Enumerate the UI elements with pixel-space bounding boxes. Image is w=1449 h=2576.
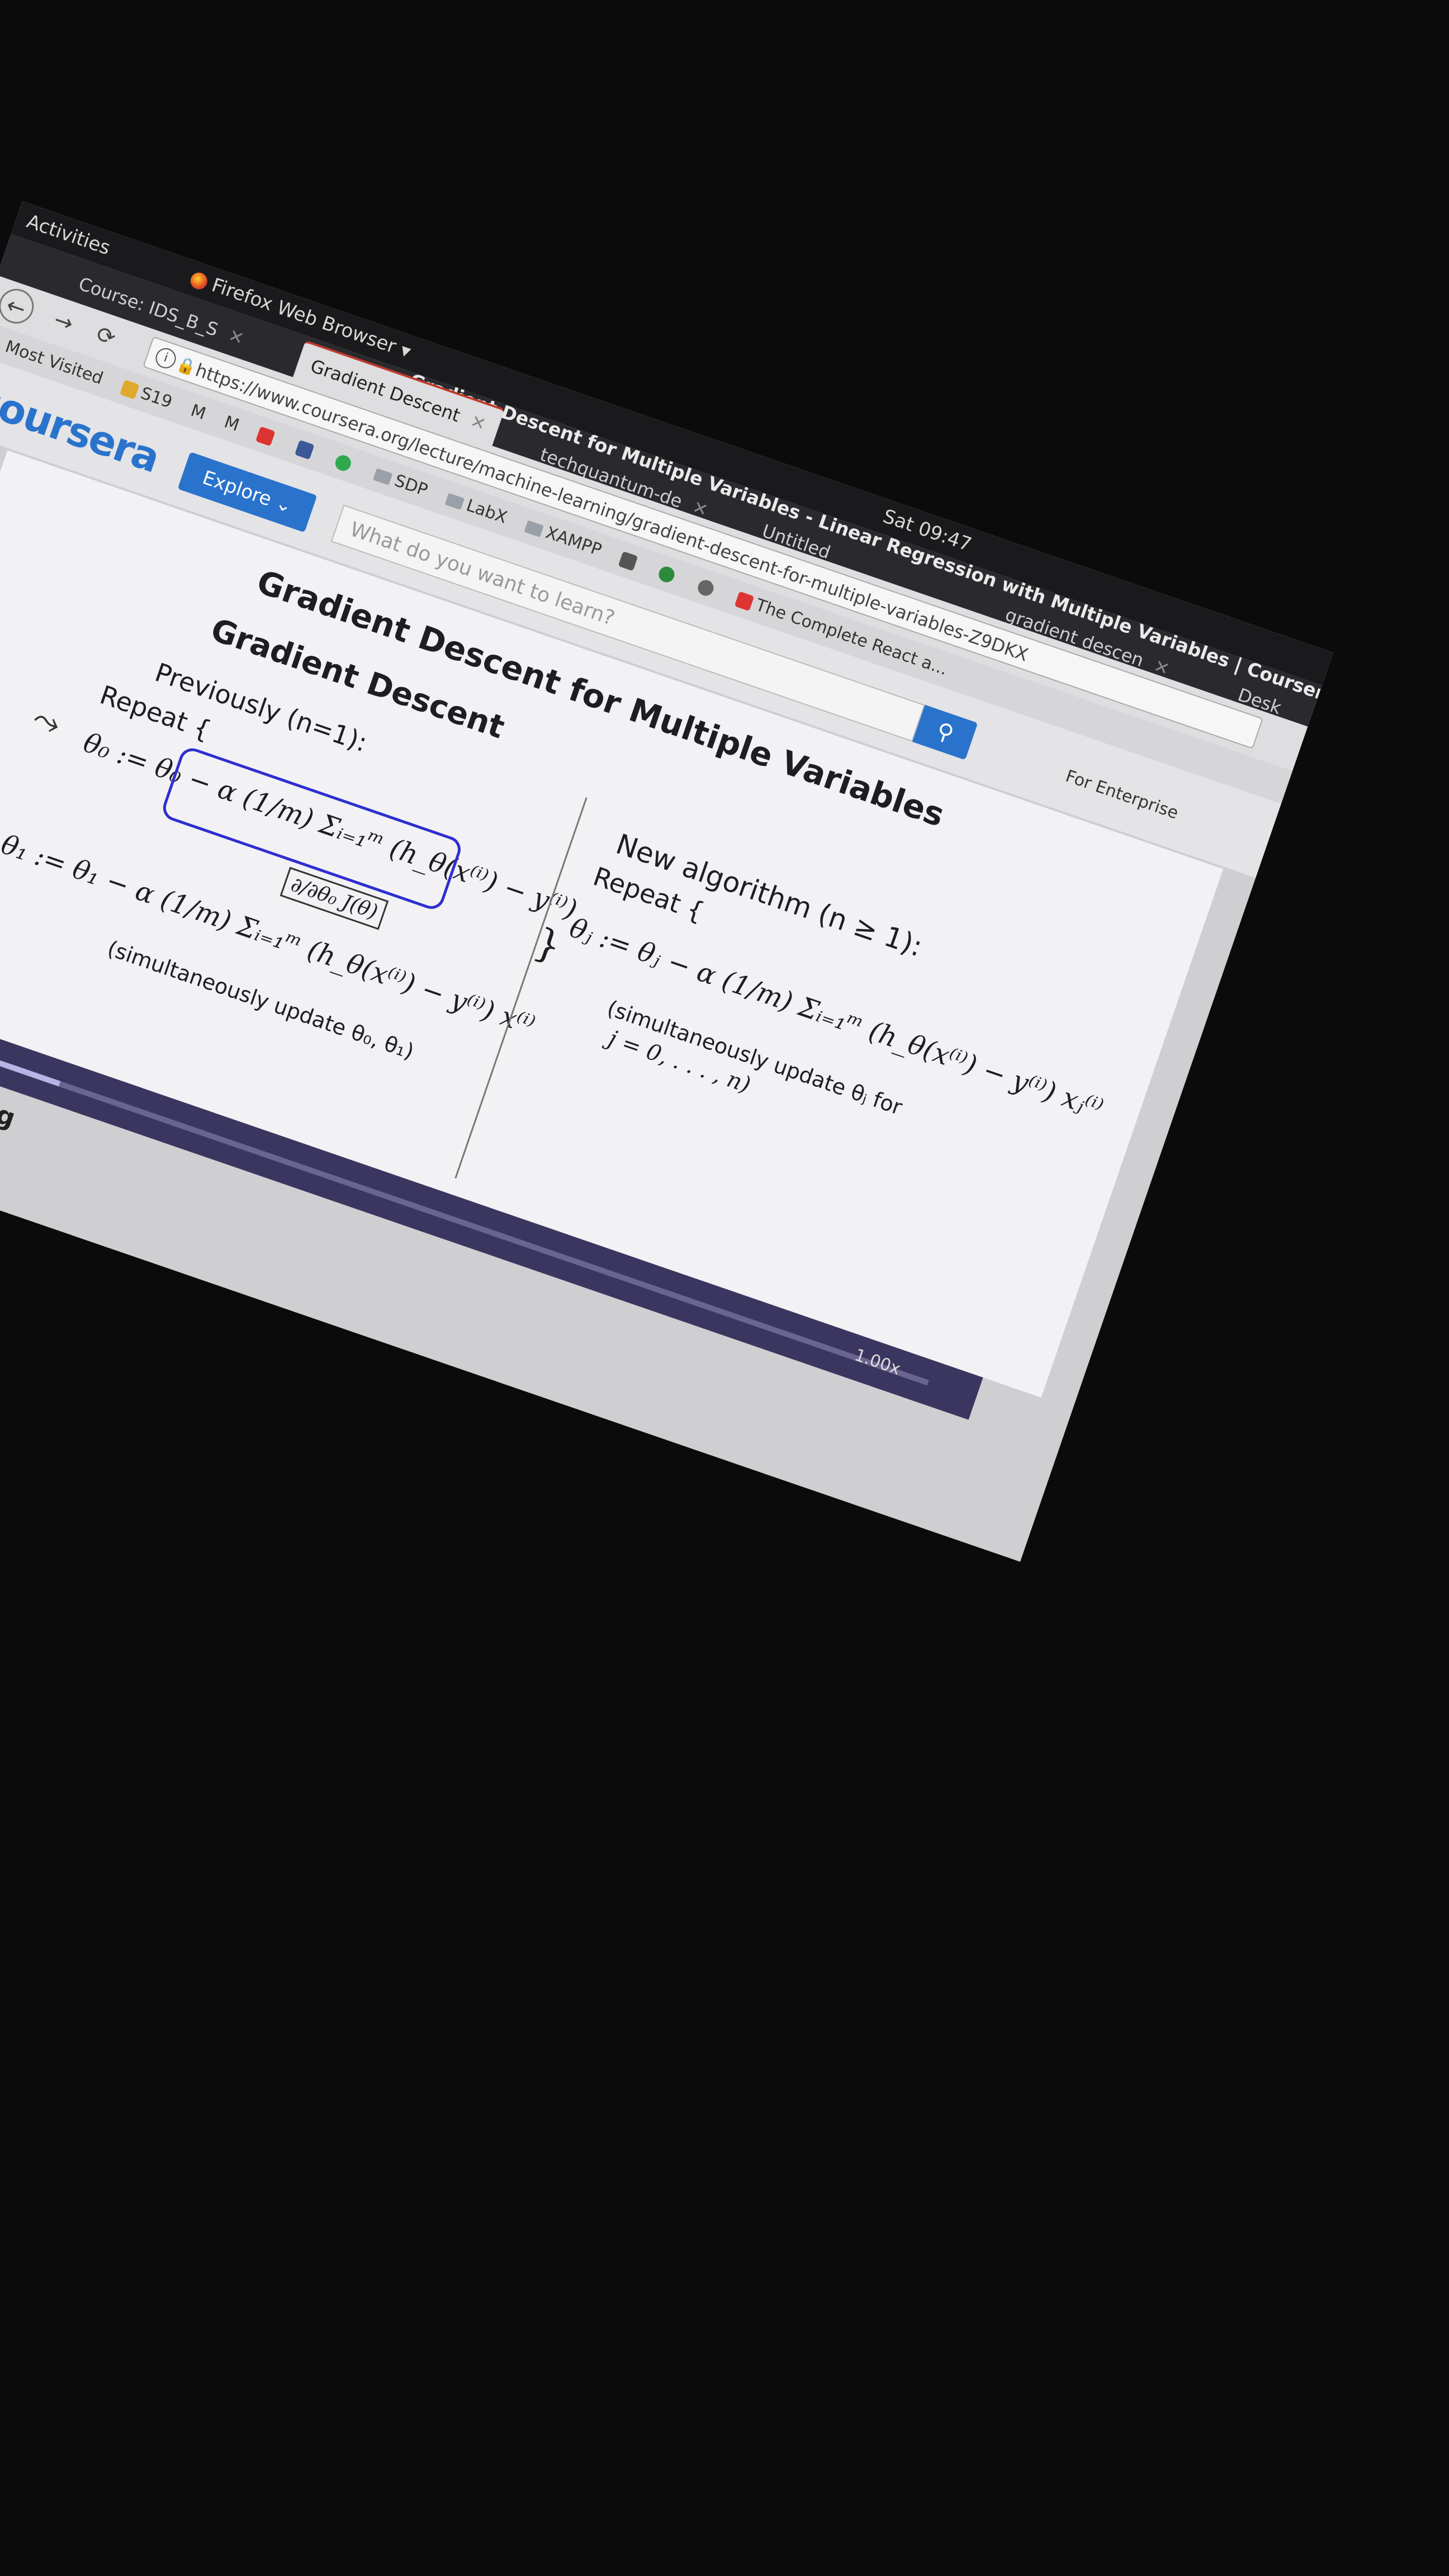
arrow-icon: ⤳ bbox=[27, 698, 66, 744]
playback-speed[interactable]: 1.00x bbox=[852, 1345, 903, 1379]
gmail-icon: M bbox=[188, 400, 209, 424]
chevron-down-icon: ⌄ bbox=[272, 491, 295, 518]
reload-button[interactable]: ⟳ bbox=[84, 315, 127, 358]
site-icon bbox=[656, 564, 677, 584]
slide-divider bbox=[454, 797, 588, 1178]
bookmark-youtube[interactable] bbox=[253, 417, 283, 456]
info-icon[interactable]: i bbox=[153, 345, 179, 371]
whatsapp-icon bbox=[333, 453, 354, 473]
gmail-icon: M bbox=[221, 412, 242, 435]
firefox-icon bbox=[188, 270, 210, 292]
monitor-screen: Activities Firefox Web Browser ▾ Sat 09:… bbox=[0, 201, 1333, 1562]
close-brace-right: } bbox=[529, 918, 568, 970]
bookmark-facebook[interactable] bbox=[292, 430, 322, 470]
for-enterprise-link[interactable]: For Enterprise bbox=[1063, 766, 1181, 823]
close-icon[interactable]: ✕ bbox=[226, 324, 247, 349]
forward-button[interactable]: → bbox=[42, 301, 85, 343]
youtube-icon bbox=[735, 591, 755, 611]
explore-label: Explore bbox=[200, 466, 274, 511]
bookmark-globe[interactable] bbox=[693, 569, 723, 608]
facebook-icon bbox=[294, 439, 315, 460]
bookmark-gmail-1[interactable]: M bbox=[186, 394, 211, 431]
bookmark-label: SDP bbox=[392, 471, 430, 500]
close-icon[interactable]: ✕ bbox=[468, 410, 489, 435]
folder-icon bbox=[444, 493, 465, 510]
bookmark-whatsapp[interactable] bbox=[330, 444, 361, 483]
folder-icon bbox=[524, 520, 544, 537]
search-icon: ⚲ bbox=[933, 717, 957, 747]
bookmark-gmail-2[interactable]: M bbox=[219, 405, 244, 443]
bookmark-green[interactable] bbox=[654, 555, 684, 594]
bookmark-up[interactable] bbox=[615, 542, 645, 581]
back-button[interactable]: ← bbox=[0, 284, 39, 329]
bookmark-label: LabX bbox=[463, 495, 510, 528]
bookmark-label: S19 bbox=[138, 383, 175, 413]
upwork-icon bbox=[618, 551, 638, 571]
drive-icon bbox=[119, 379, 140, 399]
folder-icon bbox=[372, 467, 393, 485]
globe-icon bbox=[695, 577, 716, 598]
search-button[interactable]: ⚲ bbox=[912, 704, 978, 760]
youtube-icon bbox=[255, 426, 276, 446]
